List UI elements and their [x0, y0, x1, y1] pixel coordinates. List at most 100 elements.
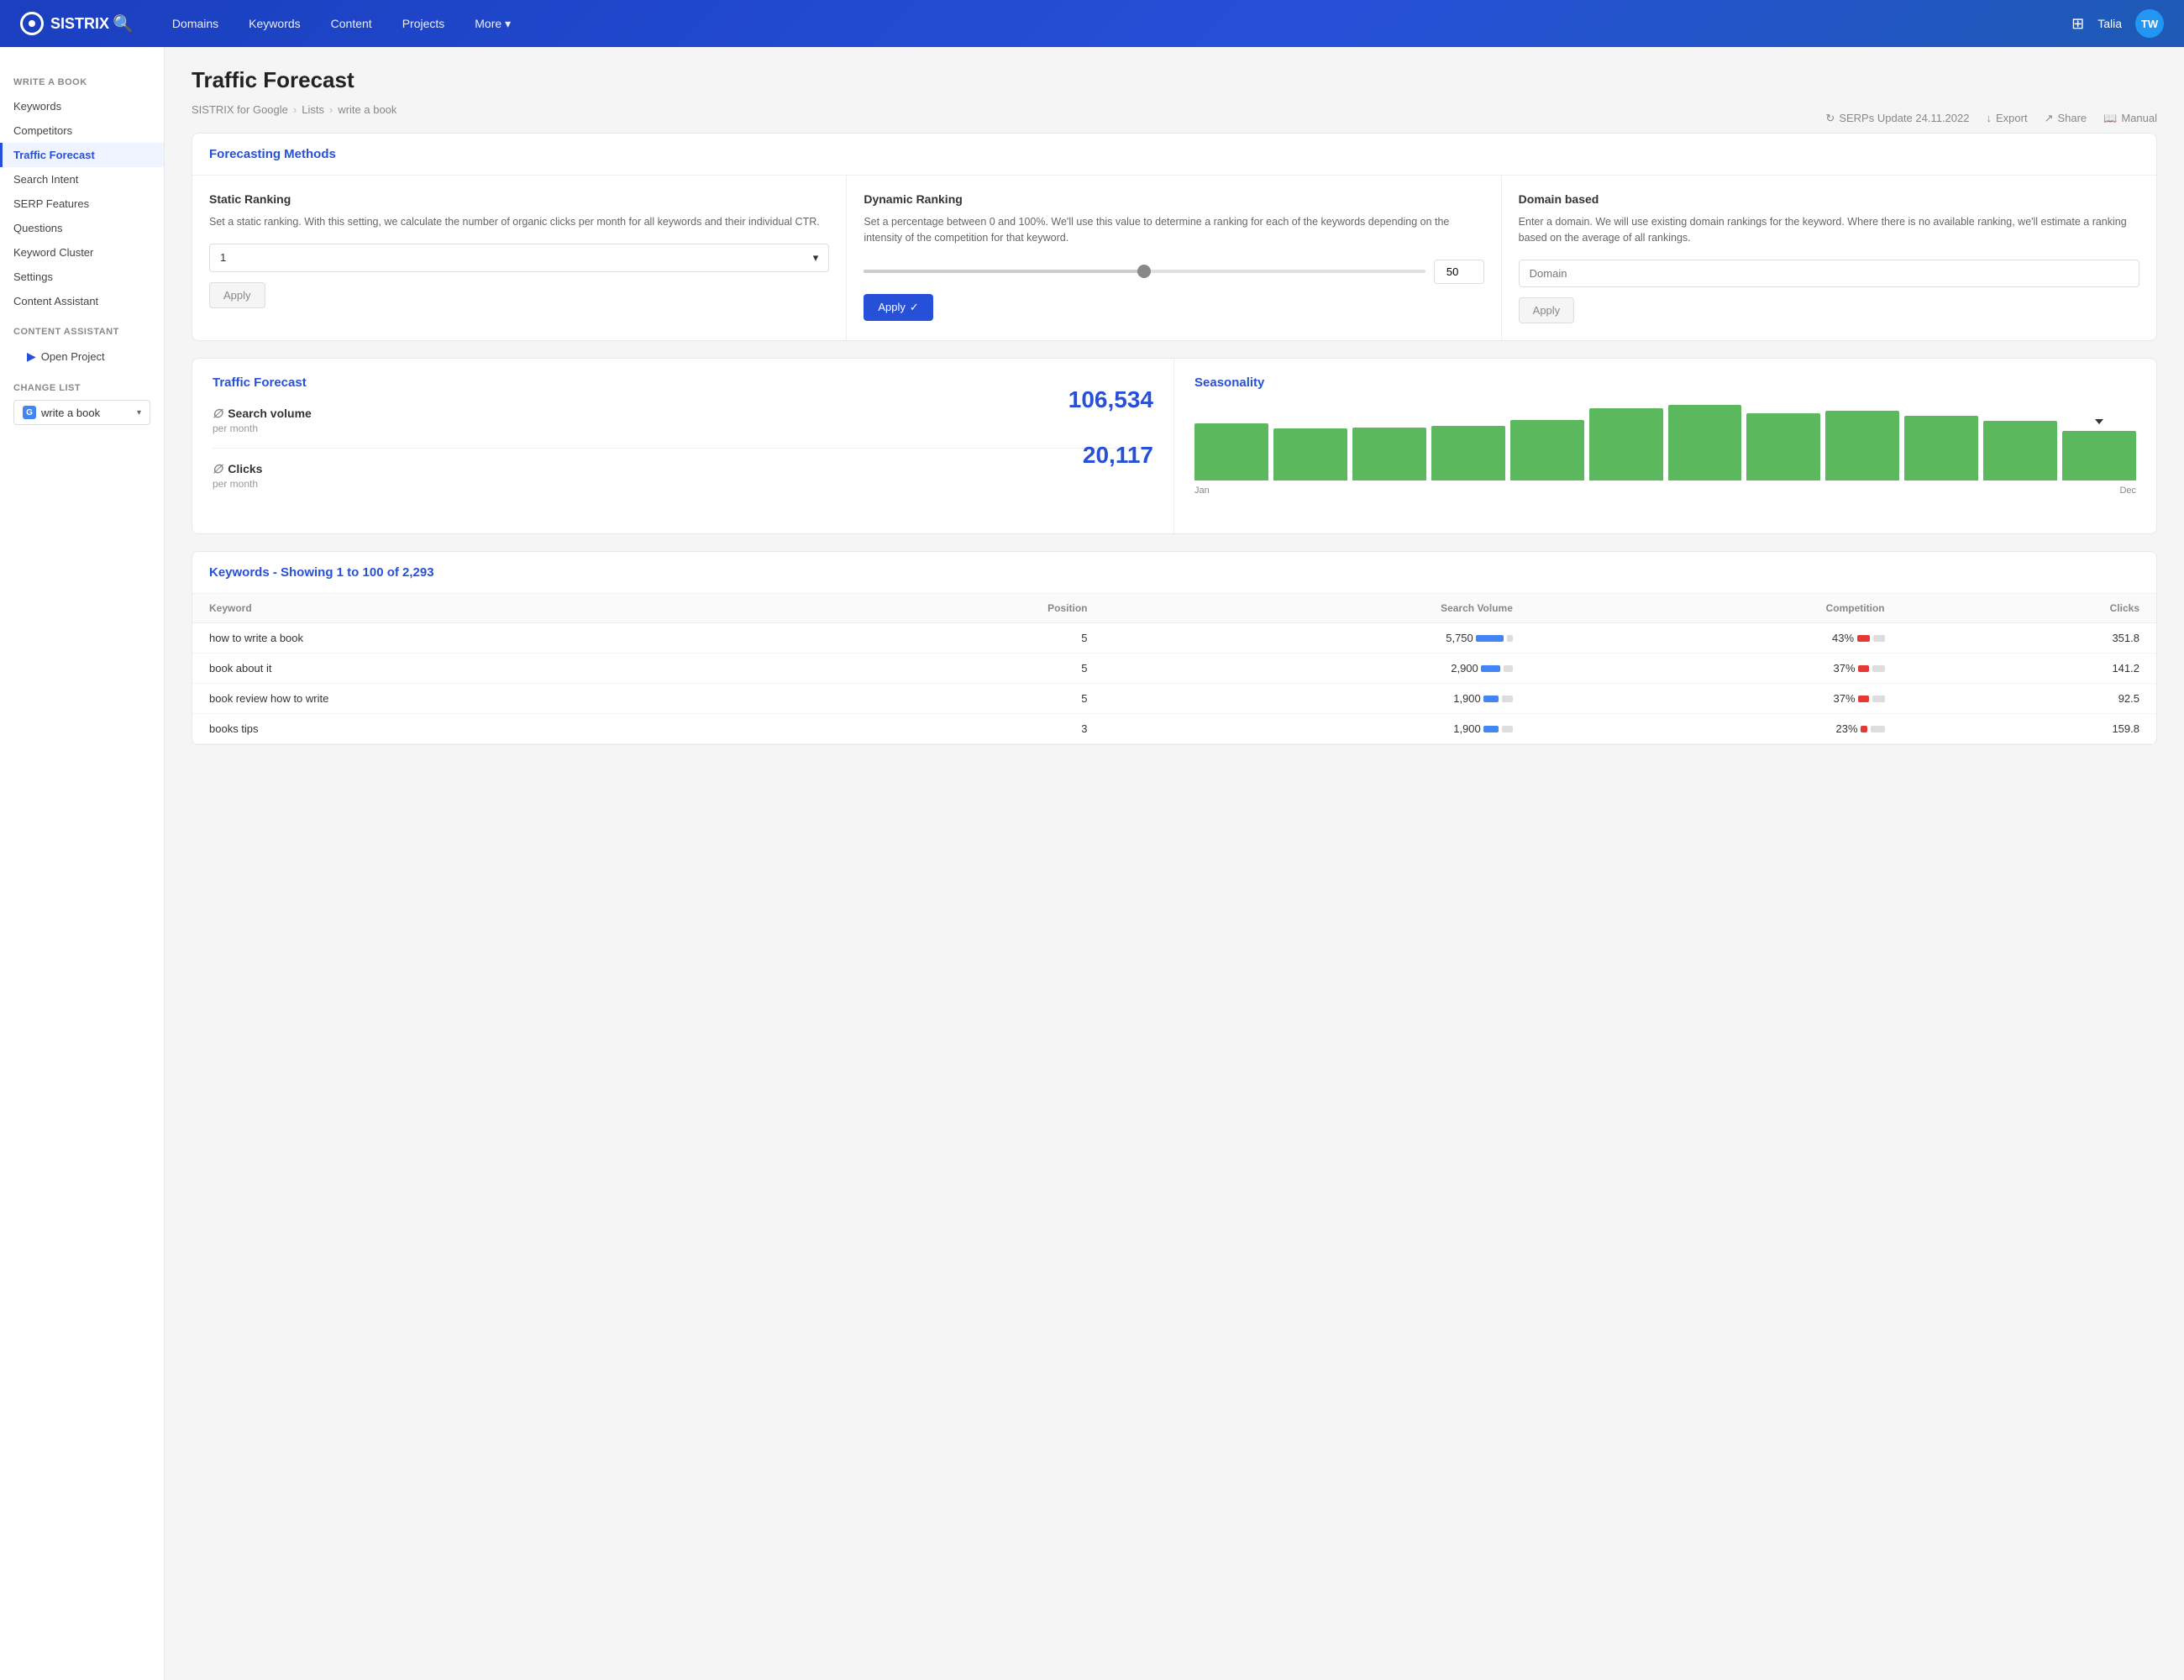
main-content: Traffic Forecast SISTRIX for Google › Li… [165, 47, 2184, 1680]
table-row[interactable]: how to write a book 5 5,750 43% 351.8 [192, 622, 2156, 653]
seasonality-bar [1983, 421, 2057, 480]
comp-bar-rest [1871, 726, 1885, 732]
nav-domains[interactable]: Domains [160, 10, 230, 38]
sidebar-item-questions[interactable]: Questions [0, 216, 164, 240]
chevron-down-icon: ▾ [505, 17, 511, 31]
seasonality-bar [1825, 411, 1899, 480]
cell-clicks: 141.2 [1902, 653, 2156, 683]
sidebar-item-traffic-forecast[interactable]: Traffic Forecast [0, 143, 164, 167]
traffic-grid: Traffic Forecast ∅ Search volume per mon… [192, 359, 2156, 533]
seasonality-bar [1904, 416, 1978, 480]
slider-row [864, 260, 1483, 284]
bar-label-jan: Jan [1194, 486, 1210, 496]
avg-icon-2: ∅ [213, 462, 223, 476]
export-action[interactable]: ↓ Export [1986, 112, 2027, 124]
keywords-table-body: how to write a book 5 5,750 43% 351.8 bo… [192, 622, 2156, 743]
search-volume-block: ∅ Search volume per month 106,534 [213, 407, 1153, 449]
traffic-forecast-left: Traffic Forecast ∅ Search volume per mon… [192, 359, 1174, 533]
dynamic-ranking-input[interactable] [1434, 260, 1484, 284]
seasonality-bar [2062, 431, 2136, 480]
nav-projects[interactable]: Projects [391, 10, 457, 38]
static-apply-button[interactable]: Apply [209, 282, 265, 308]
nav-more[interactable]: More ▾ [463, 10, 522, 38]
domain-based-desc: Enter a domain. We will use existing dom… [1519, 214, 2139, 246]
sidebar-item-keyword-cluster[interactable]: Keyword Cluster [0, 240, 164, 265]
seasonality-bar [1273, 428, 1347, 480]
logo: SISTRIX 🔍 [20, 12, 134, 35]
cell-search-volume: 2,900 [1105, 653, 1530, 683]
bar-labels: Jan Dec [1194, 486, 2136, 496]
breadcrumb-lists[interactable]: Lists [302, 103, 324, 116]
cell-clicks: 351.8 [1902, 622, 2156, 653]
table-row[interactable]: book about it 5 2,900 37% 141.2 [192, 653, 2156, 683]
cell-search-volume: 5,750 [1105, 622, 1530, 653]
clicks-info: ∅ Clicks per month [213, 462, 262, 490]
user-name: Talia [2097, 17, 2122, 30]
share-text: Share [2057, 112, 2087, 124]
forecasting-methods-card: Forecasting Methods Static Ranking Set a… [192, 133, 2157, 341]
sidebar-item-settings[interactable]: Settings [0, 265, 164, 289]
slider-track[interactable] [864, 270, 1425, 273]
keywords-table: Keyword Position Search Volume Competiti… [192, 594, 2156, 744]
grid-icon[interactable]: ⊞ [2071, 15, 2084, 33]
manual-action[interactable]: 📖 Manual [2103, 112, 2157, 125]
comp-bar [1858, 665, 1885, 672]
bar-label-dec: Dec [2119, 486, 2136, 496]
keywords-header: Keywords - Showing 1 to 100 of 2,293 [192, 552, 2156, 594]
forecast-methods-grid: Static Ranking Set a static ranking. Wit… [192, 176, 2156, 340]
open-project-item[interactable]: ▶ Open Project [13, 344, 150, 370]
col-competition: Competition [1530, 594, 1902, 623]
slider-thumb[interactable] [1137, 265, 1151, 278]
seasonality-bar [1589, 408, 1663, 480]
seasonality-right: Seasonality Jan Dec [1174, 359, 2156, 533]
search-volume-label: ∅ Search volume [213, 407, 312, 421]
google-icon: G [23, 406, 36, 419]
change-list-section: CHANGE LIST G write a book ▾ [0, 370, 164, 438]
seasonality-title: Seasonality [1194, 375, 2136, 390]
logo-search-icon: 🔍 [113, 13, 134, 34]
cell-search-volume: 1,900 [1105, 683, 1530, 713]
export-text: Export [1996, 112, 2028, 124]
list-selector[interactable]: G write a book ▾ [13, 400, 150, 425]
clicks-label: ∅ Clicks [213, 462, 262, 476]
table-row[interactable]: book review how to write 5 1,900 37% 92.… [192, 683, 2156, 713]
seasonality-bar [1510, 420, 1584, 480]
refresh-icon: ↻ [1825, 112, 1835, 125]
avatar[interactable]: TW [2135, 9, 2164, 38]
comp-bar-fill [1857, 635, 1870, 642]
nav-keywords[interactable]: Keywords [237, 10, 312, 38]
sv-bar [1481, 665, 1513, 672]
sidebar-item-competitors[interactable]: Competitors [0, 118, 164, 143]
sidebar-item-serp-features[interactable]: SERP Features [0, 192, 164, 216]
sidebar: WRITE A BOOK Keywords Competitors Traffi… [0, 47, 165, 1680]
chevron-down-icon: ▾ [137, 408, 141, 417]
nav-content[interactable]: Content [319, 10, 384, 38]
sv-bar-rest [1502, 726, 1513, 732]
cell-competition: 37% [1530, 653, 1902, 683]
cell-keyword: book about it [192, 653, 809, 683]
breadcrumb-sistrix[interactable]: SISTRIX for Google [192, 103, 288, 116]
domain-input[interactable] [1519, 260, 2139, 287]
triangle-icon: ▶ [27, 349, 36, 364]
sidebar-item-keywords[interactable]: Keywords [0, 94, 164, 118]
breadcrumb-write-a-book[interactable]: write a book [338, 103, 396, 116]
sidebar-item-search-intent[interactable]: Search Intent [0, 167, 164, 192]
cell-search-volume: 1,900 [1105, 713, 1530, 743]
main-nav: Domains Keywords Content Projects More ▾ [160, 10, 2045, 38]
clicks-sub: per month [213, 478, 262, 490]
serps-update-action[interactable]: ↻ SERPs Update 24.11.2022 [1825, 112, 1969, 125]
table-row[interactable]: books tips 3 1,900 23% 159.8 [192, 713, 2156, 743]
domain-apply-button[interactable]: Apply [1519, 297, 1575, 323]
col-search-volume: Search Volume [1105, 594, 1530, 623]
seasonality-bar [1431, 426, 1505, 480]
dynamic-apply-button[interactable]: Apply ✓ [864, 294, 932, 321]
static-ranking-select[interactable]: 1 ▾ [209, 244, 829, 272]
sidebar-item-content-assistant[interactable]: Content Assistant [0, 289, 164, 313]
comp-bar-rest [1873, 635, 1885, 642]
breadcrumb-sep-1: › [293, 103, 297, 116]
keywords-card: Keywords - Showing 1 to 100 of 2,293 Key… [192, 551, 2157, 745]
dynamic-ranking-desc: Set a percentage between 0 and 100%. We'… [864, 214, 1483, 246]
share-action[interactable]: ↗ Share [2045, 112, 2087, 125]
sidebar-section-title: WRITE A BOOK [13, 77, 150, 87]
col-keyword: Keyword [192, 594, 809, 623]
